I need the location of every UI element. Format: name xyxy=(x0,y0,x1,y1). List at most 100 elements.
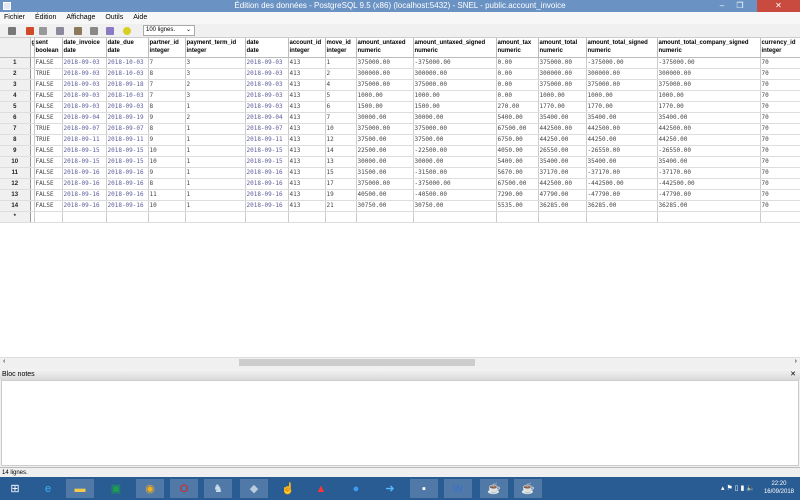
cell-date-due[interactable]: 2018-09-16 xyxy=(106,200,149,212)
column-header-date-invoice[interactable]: date_invoice date xyxy=(62,38,107,58)
column-header-amount-total-company-signed[interactable]: amount_total_company_signed numeric xyxy=(657,38,761,58)
column-header-amount-untaxed-signed[interactable]: amount_untaxed_signed numeric xyxy=(413,38,497,58)
cell-amount-total-signed[interactable]: -37170.00 xyxy=(586,167,658,179)
empty-cell[interactable] xyxy=(288,211,326,223)
column-header-move-id[interactable]: move_id integer xyxy=(325,38,357,58)
paste-icon[interactable] xyxy=(74,27,82,35)
cell-amount-tax[interactable]: 67500.00 xyxy=(496,178,539,190)
cell-sent[interactable]: FALSE xyxy=(34,101,63,113)
cell-move-id[interactable]: 1 xyxy=(325,57,357,69)
cell-date[interactable]: 2018-09-15 xyxy=(245,156,289,168)
column-header-amount-total[interactable]: amount_total numeric xyxy=(538,38,587,58)
delete-icon[interactable] xyxy=(90,27,98,35)
table-row[interactable]: 14 FALSE 2018-09-16 2018-09-16 10 1 2018-09-16… xyxy=(0,200,800,212)
cell-move-id[interactable]: 19 xyxy=(325,189,357,201)
cell-amount-untaxed[interactable]: 31500.00 xyxy=(356,167,414,179)
cell-move-id[interactable]: 7 xyxy=(325,112,357,124)
cell-amount-total-company-signed[interactable]: 44250.00 xyxy=(657,134,761,146)
cell-move-id[interactable]: 15 xyxy=(325,167,357,179)
column-header-date-due[interactable]: date_due date xyxy=(106,38,149,58)
row-header[interactable]: 2 xyxy=(0,68,31,80)
pgadmin-icon[interactable]: ♞ xyxy=(204,479,232,498)
cell-payment-term-id[interactable]: 1 xyxy=(185,123,246,135)
cell-date-invoice[interactable]: 2018-09-11 xyxy=(62,134,107,146)
cell-date-invoice[interactable]: 2018-09-16 xyxy=(62,178,107,190)
cell-amount-total-signed[interactable]: -442500.00 xyxy=(586,178,658,190)
cell-date-invoice[interactable]: 2018-09-16 xyxy=(62,167,107,179)
cell-currency-id[interactable]: 70 xyxy=(760,90,800,102)
cell-amount-total[interactable]: 35400.00 xyxy=(538,156,587,168)
cell-amount-untaxed-signed[interactable]: -375000.00 xyxy=(413,178,497,190)
table-row[interactable]: 11 FALSE 2018-09-16 2018-09-16 9 1 2018-09-16 4… xyxy=(0,167,800,179)
row-header[interactable]: 3 xyxy=(0,79,31,91)
cell-sent[interactable]: FALSE xyxy=(34,145,63,157)
cell-amount-total-company-signed[interactable]: -37170.00 xyxy=(657,167,761,179)
row-header[interactable]: 4 xyxy=(0,90,31,102)
store-icon[interactable]: ▣ xyxy=(102,479,130,498)
cell-sent[interactable]: FALSE xyxy=(34,200,63,212)
table-row[interactable]: 8 TRUE 2018-09-11 2018-09-11 9 1 2018-09-11 413… xyxy=(0,134,800,146)
cell-date-due[interactable]: 2018-09-07 xyxy=(106,123,149,135)
empty-cell[interactable] xyxy=(760,211,800,223)
cell-partner-id[interactable]: 11 xyxy=(148,189,186,201)
cell-date-due[interactable]: 2018-09-19 xyxy=(106,112,149,124)
cell-payment-term-id[interactable]: 1 xyxy=(185,200,246,212)
cell-account-id[interactable]: 413 xyxy=(288,134,326,146)
cell-amount-total[interactable]: 44250.00 xyxy=(538,134,587,146)
cell-sent[interactable]: TRUE xyxy=(34,123,63,135)
filter-icon[interactable] xyxy=(106,27,114,35)
undo-icon[interactable] xyxy=(39,27,47,35)
chrome-icon[interactable]: ◉ xyxy=(136,479,164,498)
cell-amount-untaxed[interactable]: 375000.00 xyxy=(356,57,414,69)
cell-amount-total-company-signed[interactable]: 35400.00 xyxy=(657,112,761,124)
cell-currency-id[interactable]: 70 xyxy=(760,189,800,201)
cell-amount-untaxed[interactable]: 300000.00 xyxy=(356,68,414,80)
cell-date[interactable]: 2018-09-03 xyxy=(245,90,289,102)
cell-amount-total-company-signed[interactable]: -47790.00 xyxy=(657,189,761,201)
cell-partner-id[interactable]: 8 xyxy=(148,68,186,80)
cell-amount-untaxed-signed[interactable]: 30750.00 xyxy=(413,200,497,212)
cell-amount-untaxed[interactable]: 37500.00 xyxy=(356,134,414,146)
copy-icon[interactable] xyxy=(56,27,64,35)
cell-amount-untaxed-signed[interactable]: 30000.00 xyxy=(413,156,497,168)
cell-amount-tax[interactable]: 0.00 xyxy=(496,90,539,102)
cell-amount-tax[interactable]: 0.00 xyxy=(496,57,539,69)
cell-date-due[interactable]: 2018-09-15 xyxy=(106,156,149,168)
cell-payment-term-id[interactable]: 1 xyxy=(185,134,246,146)
row-header[interactable]: 10 xyxy=(0,156,31,168)
cell-amount-total[interactable]: 442500.00 xyxy=(538,123,587,135)
cell-amount-untaxed-signed[interactable]: 1000.00 xyxy=(413,90,497,102)
cell-date-due[interactable]: 2018-09-03 xyxy=(106,101,149,113)
cell-date-invoice[interactable]: 2018-09-07 xyxy=(62,123,107,135)
cell-currency-id[interactable]: 70 xyxy=(760,79,800,91)
row-header[interactable]: 8 xyxy=(0,134,31,146)
cell-account-id[interactable]: 413 xyxy=(288,123,326,135)
row-header[interactable]: 5 xyxy=(0,101,31,113)
cell-payment-term-id[interactable]: 1 xyxy=(185,167,246,179)
empty-cell[interactable] xyxy=(496,211,539,223)
cell-amount-tax[interactable]: 6750.00 xyxy=(496,134,539,146)
cell-amount-tax[interactable]: 5400.00 xyxy=(496,112,539,124)
table-row[interactable]: 1 FALSE 2018-09-03 2018-10-03 7 3 2018-09-03 41… xyxy=(0,57,800,69)
cell-sent[interactable]: TRUE xyxy=(34,134,63,146)
menu-outils[interactable]: Outils xyxy=(105,14,123,21)
cell-date-invoice[interactable]: 2018-09-16 xyxy=(62,200,107,212)
cell-amount-untaxed[interactable]: 375000.00 xyxy=(356,178,414,190)
cell-date-invoice[interactable]: 2018-09-15 xyxy=(62,145,107,157)
cell-amount-total-company-signed[interactable]: 442500.00 xyxy=(657,123,761,135)
empty-cell[interactable] xyxy=(185,211,246,223)
table-row[interactable]: 5 FALSE 2018-09-03 2018-09-03 8 1 2018-09-03 41… xyxy=(0,101,800,113)
cell-currency-id[interactable]: 70 xyxy=(760,57,800,69)
cell-sent[interactable]: FALSE xyxy=(34,189,63,201)
cell-amount-total[interactable]: 35400.00 xyxy=(538,112,587,124)
cell-date[interactable]: 2018-09-16 xyxy=(245,178,289,190)
close-notes-icon[interactable]: ✕ xyxy=(790,369,796,380)
cell-amount-total-signed[interactable]: 1770.00 xyxy=(586,101,658,113)
cell-amount-total[interactable]: 300000.00 xyxy=(538,68,587,80)
cell-amount-untaxed[interactable]: 375000.00 xyxy=(356,79,414,91)
column-header-amount-total-signed[interactable]: amount_total_signed numeric xyxy=(586,38,658,58)
cell-date[interactable]: 2018-09-04 xyxy=(245,112,289,124)
cell-amount-untaxed[interactable]: 40500.00 xyxy=(356,189,414,201)
cell-account-id[interactable]: 413 xyxy=(288,101,326,113)
cell-currency-id[interactable]: 70 xyxy=(760,200,800,212)
